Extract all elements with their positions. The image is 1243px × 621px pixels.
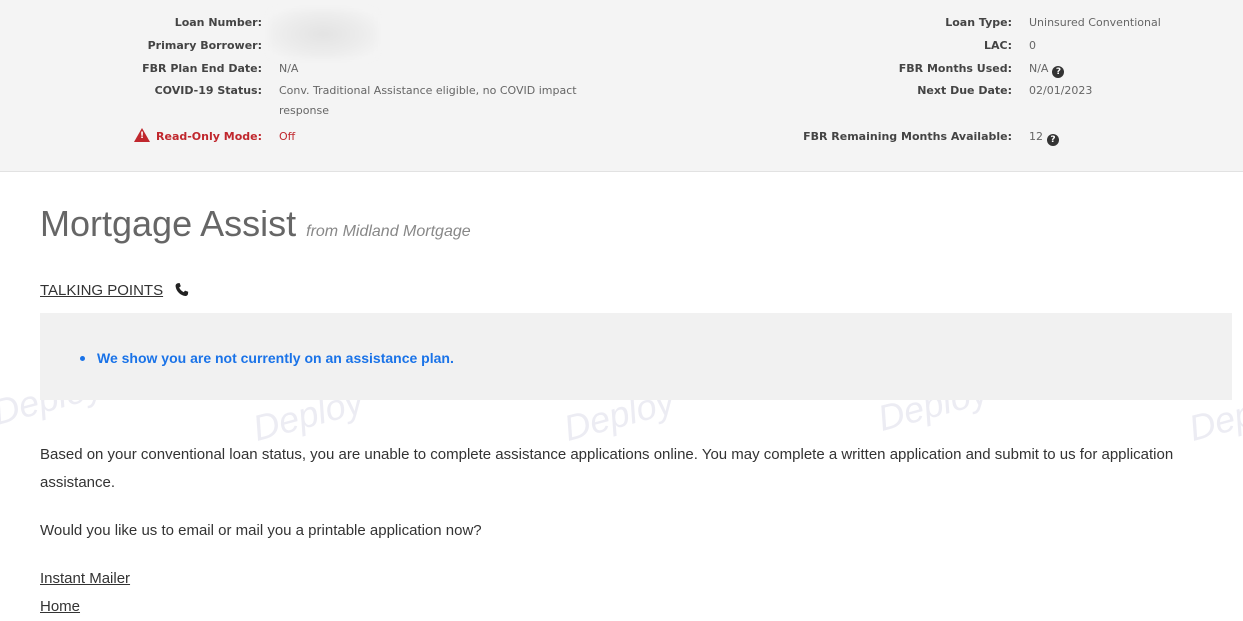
page-title-main: Mortgage Assist (40, 203, 297, 244)
instant-mailer-link[interactable]: Instant Mailer (40, 570, 130, 587)
fbr-remaining-months-value-wrap: 12? (1029, 128, 1059, 146)
fbr-remaining-months-value: 12 (1029, 130, 1043, 143)
question-circle-icon[interactable]: ? (1047, 134, 1059, 146)
phone-icon (175, 283, 189, 297)
fbr-months-used-label: FBR Months Used: (898, 62, 1012, 75)
page-title: Mortgage Assist from Midland Mortgage (40, 203, 471, 245)
loan-info-panel: Loan Number: Primary Borrower: FBR Plan … (0, 0, 1243, 172)
talking-points-panel: We show you are not currently on an assi… (40, 313, 1232, 400)
fbr-months-used-value-wrap: N/A? (1029, 60, 1065, 78)
covid-status-value-line2: response (279, 104, 329, 117)
next-due-date-row: Next Due Date: 02/01/2023 (0, 82, 1243, 100)
home-link[interactable]: Home (40, 598, 80, 615)
loan-type-label: Loan Type: (945, 16, 1012, 29)
fbr-remaining-months-row: FBR Remaining Months Available: 12? (0, 128, 1243, 146)
loan-type-row: Loan Type: Uninsured Conventional (0, 14, 1243, 32)
conventional-loan-notice: Based on your conventional loan status, … (40, 446, 1174, 491)
talking-points-link[interactable]: TALKING POINTS (40, 282, 163, 299)
page-title-subtitle: from Midland Mortgage (306, 223, 471, 240)
printable-application-question: Would you like us to email or mail you a… (40, 522, 482, 539)
fbr-remaining-months-label: FBR Remaining Months Available: (803, 130, 1012, 143)
page: Loan Number: Primary Borrower: FBR Plan … (0, 0, 1243, 621)
fbr-months-used-value: N/A (1029, 62, 1049, 75)
next-due-date-label: Next Due Date: (917, 84, 1012, 97)
assist-status-message: We show you are not currently on an assi… (80, 350, 454, 366)
lac-row: LAC: 0 (0, 37, 1243, 55)
question-circle-icon[interactable]: ? (1052, 66, 1065, 78)
fbr-months-used-row: FBR Months Used: N/A? (0, 60, 1243, 78)
lac-label: LAC: (984, 39, 1012, 52)
next-due-date-value: 02/01/2023 (1029, 84, 1093, 97)
covid-status-row-2: response (0, 102, 1243, 120)
loan-type-value: Uninsured Conventional (1029, 16, 1161, 29)
lac-value: 0 (1029, 39, 1036, 52)
